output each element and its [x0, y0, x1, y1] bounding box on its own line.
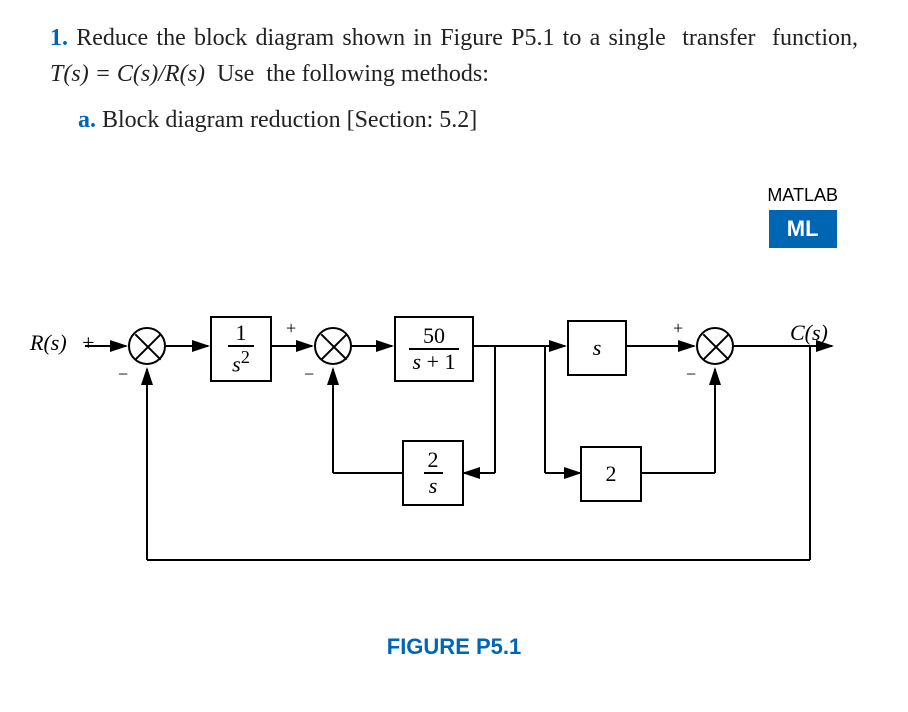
block-g2-num: 50 — [419, 324, 449, 348]
sum1-minus-sign: − — [118, 364, 128, 385]
problem-text-part1: Reduce the block diagram shown in Figure… — [76, 25, 858, 51]
sum1-plus-sign: + — [82, 330, 94, 355]
block-g1-den: s2 — [228, 347, 254, 377]
subitem: a. Block diagram reduction [Section: 5.2… — [50, 102, 858, 138]
sum2-plus-sign: + — [286, 318, 296, 339]
block-g3: s — [567, 320, 627, 376]
output-label: C(s) — [790, 320, 828, 346]
sum3-plus-sign: + — [673, 318, 683, 339]
block-h1-num: 2 — [424, 448, 443, 472]
ml-badge: ML — [769, 210, 837, 248]
block-h2: 2 — [580, 446, 642, 502]
subitem-label: a. — [78, 107, 96, 133]
problem-tf: T(s) = C(s)/R(s) — [50, 61, 211, 87]
matlab-label: MATLAB — [767, 185, 838, 206]
sum3-minus-sign: − — [686, 364, 696, 385]
block-h1-den: s — [425, 474, 442, 498]
sum-junction-2 — [314, 327, 352, 365]
input-label: R(s) + — [30, 330, 95, 356]
sum-junction-3 — [696, 327, 734, 365]
problem-number: 1. — [50, 25, 68, 51]
block-g1: 1 s2 — [210, 316, 272, 382]
problem-statement: 1. Reduce the block diagram shown in Fig… — [50, 20, 858, 138]
subitem-text: Block diagram reduction [Section: 5.2] — [102, 107, 477, 133]
block-g2: 50 s + 1 — [394, 316, 474, 382]
problem-text-part2: Use the following methods: — [211, 61, 489, 87]
figure-caption: FIGURE P5.1 — [0, 634, 908, 660]
sum-junction-1 — [128, 327, 166, 365]
block-g1-num: 1 — [231, 321, 250, 345]
matlab-badge-area: MATLAB ML — [767, 185, 838, 248]
block-diagram: R(s) + − 1 s2 + − 50 s + 1 s + − C(s) 2 — [50, 298, 850, 658]
block-g2-den: s + 1 — [409, 350, 460, 374]
sum2-minus-sign: − — [304, 364, 314, 385]
block-h1: 2 s — [402, 440, 464, 506]
